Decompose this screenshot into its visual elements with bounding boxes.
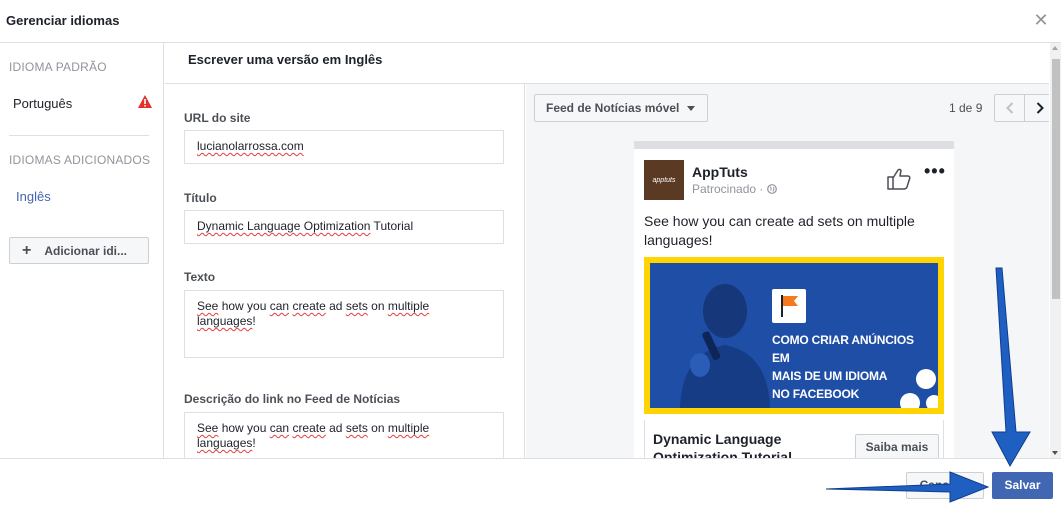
desc-word: multiple	[387, 421, 430, 435]
avatar: apptuts	[644, 160, 684, 200]
add-language-button[interactable]: + Adicionar idi...	[9, 237, 149, 264]
page-name[interactable]: AppTuts	[692, 164, 748, 180]
desc-word: how you	[218, 421, 270, 435]
learn-more-button[interactable]: Saiba mais	[855, 434, 939, 458]
desc-word: languages	[197, 436, 253, 450]
placement-label: Feed de Notícias móvel	[546, 101, 680, 115]
cancel-button[interactable]: Cancelar	[906, 472, 984, 499]
desc-word: See	[197, 421, 219, 435]
post-text: See how you can create ad sets on multip…	[644, 213, 915, 248]
speaker-photo	[680, 284, 770, 408]
ad-link-footer: Dynamic Language Optimization Tutorial S…	[644, 420, 944, 458]
pager	[994, 94, 1049, 122]
dialog-header: Gerenciar idiomas ✕	[0, 0, 1061, 43]
chevron-right-icon[interactable]	[1025, 95, 1049, 121]
sidebar-divider	[9, 135, 149, 136]
plus-icon: +	[22, 241, 32, 259]
title-field[interactable]: Dynamic Language Optimization Tutorial	[184, 210, 504, 244]
avatar-text: apptuts	[652, 176, 676, 184]
scroll-down-icon[interactable]	[1052, 451, 1058, 455]
desc-word: !	[252, 436, 256, 450]
scroll-up-icon[interactable]	[1052, 46, 1058, 50]
sidebar-item-english[interactable]: Inglês	[16, 189, 51, 204]
text-word: languages	[197, 314, 253, 328]
ad-post-card: apptuts AppTuts Patrocinado · ••• See ho…	[634, 149, 954, 458]
globe-icon	[766, 184, 777, 194]
text-word: !	[252, 314, 256, 328]
description-label: Descrição do link no Feed de Notícias	[184, 392, 401, 406]
chevron-left-icon[interactable]	[995, 95, 1025, 121]
scrollbar[interactable]	[1050, 43, 1061, 458]
placement-dropdown[interactable]: Feed de Notícias móvel	[534, 94, 708, 122]
sponsored-label: Patrocinado ·	[692, 182, 777, 196]
text-word: how you	[218, 299, 270, 313]
description-field[interactable]: See how you can create ad sets on multip…	[184, 412, 504, 458]
text-word: See	[197, 299, 219, 313]
thumbs-up-icon[interactable]	[886, 167, 912, 191]
save-button[interactable]: Salvar	[992, 472, 1053, 499]
section-title: Escrever uma versão em Inglês	[188, 52, 383, 67]
text-word: ad	[325, 299, 346, 313]
url-field[interactable]: lucianolarrossa.com	[184, 130, 504, 164]
desc-word: can	[269, 421, 290, 435]
warning-icon	[138, 95, 152, 108]
title-value-part2: Tutorial	[370, 219, 414, 233]
desc-word: on	[367, 421, 388, 435]
text-field[interactable]: See how you can create ad sets on multip…	[184, 290, 504, 358]
phone-frame-top	[634, 141, 954, 149]
url-value: lucianolarrossa.com	[197, 139, 304, 153]
title-label: Título	[184, 191, 217, 205]
url-label: URL do site	[184, 111, 251, 125]
desc-word: sets	[345, 421, 368, 435]
text-label: Texto	[184, 270, 216, 284]
ad-preview-panel: Feed de Notícias móvel 1 de 9 apptuts Ap…	[526, 84, 1049, 458]
add-language-label: Adicionar idi...	[44, 243, 128, 258]
ad-headline: Dynamic Language Optimization Tutorial	[653, 431, 792, 458]
more-options-icon[interactable]: •••	[924, 161, 946, 182]
default-language-heading: IDIOMA PADRÃO	[9, 60, 107, 74]
sidebar-item-portuguese[interactable]: Português	[13, 96, 72, 111]
caret-down-icon	[687, 106, 695, 111]
dialog-footer: Cancelar Salvar	[0, 458, 1061, 509]
desc-word: ad	[325, 421, 346, 435]
title-value-part1: Dynamic Language Optimization	[197, 219, 371, 233]
text-word: create	[292, 299, 326, 313]
desc-word: create	[292, 421, 326, 435]
text-word: on	[367, 299, 388, 313]
text-word: sets	[345, 299, 368, 313]
ad-caption-line: COMO CRIAR ANÚNCIOS EM	[772, 333, 914, 365]
pager-text: 1 de 9	[949, 101, 983, 115]
text-word: can	[269, 299, 290, 313]
language-sidebar: IDIOMA PADRÃO Português IDIOMAS ADICIONA…	[0, 43, 164, 458]
close-icon[interactable]: ✕	[1031, 10, 1051, 30]
ad-text-form: URL do site lucianolarrossa.com Título D…	[165, 84, 525, 458]
dialog-title: Gerenciar idiomas	[6, 13, 120, 28]
text-word: multiple	[387, 299, 430, 313]
flag-icon	[772, 289, 806, 323]
decorative-circles	[900, 369, 938, 408]
sponsored-text: Patrocinado ·	[692, 182, 767, 196]
added-languages-heading: IDIOMAS ADICIONADOS	[9, 153, 151, 167]
ad-image[interactable]: COMO CRIAR ANÚNCIOS EM MAIS DE UM IDIOMA…	[644, 257, 944, 414]
ad-image-inner: COMO CRIAR ANÚNCIOS EM MAIS DE UM IDIOMA…	[650, 263, 938, 408]
scrollbar-thumb[interactable]	[1052, 59, 1060, 299]
